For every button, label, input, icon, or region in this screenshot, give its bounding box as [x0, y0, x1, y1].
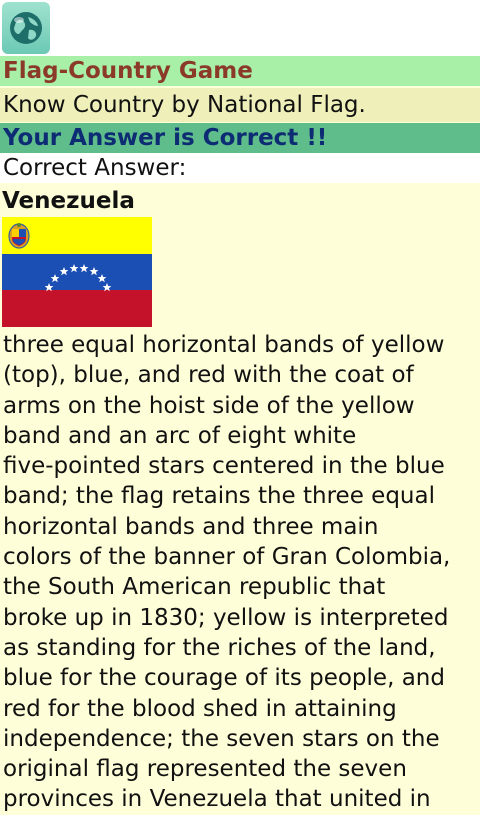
flag-red-band: [2, 290, 152, 327]
country-name: Venezuela: [2, 188, 135, 214]
answer-status: Your Answer is Correct !!: [0, 123, 480, 153]
flag-blue-band: [2, 254, 152, 290]
venezuela-flag: [2, 217, 152, 327]
top-bar: [0, 0, 480, 56]
coat-of-arms-icon: [8, 223, 30, 249]
app-subtitle: Know Country by National Flag.: [0, 88, 480, 122]
globe-icon[interactable]: [2, 2, 50, 54]
app-title: Flag-Country Game: [0, 56, 480, 86]
flag-description: three equal horizontal bands of yellow (…: [3, 332, 451, 813]
correct-answer-label: Correct Answer:: [0, 153, 480, 183]
globe-icon-graphic: [10, 12, 42, 44]
